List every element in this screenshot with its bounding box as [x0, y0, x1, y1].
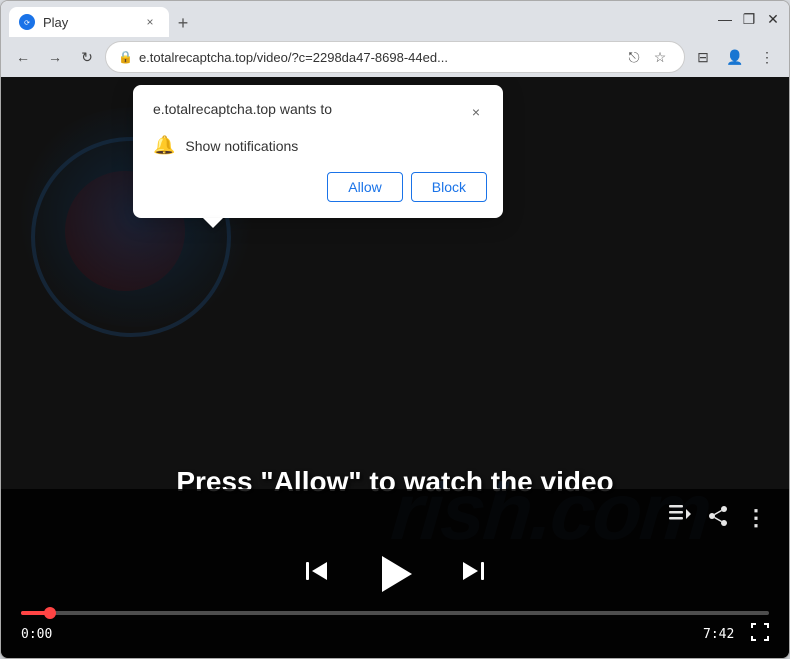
popup-title: e.totalrecaptcha.top wants to — [153, 101, 332, 117]
play-button[interactable] — [370, 549, 420, 599]
popup-arrow — [203, 218, 223, 228]
tab-bar: ⟳ Play × + — [9, 1, 705, 37]
forward-button[interactable]: → — [41, 43, 69, 71]
skip-forward-button[interactable] — [460, 557, 488, 592]
progress-fill — [21, 611, 51, 615]
share-icon[interactable] — [707, 505, 729, 533]
popup-buttons: Allow Block — [153, 172, 487, 202]
share-address-button[interactable]: ⎋ — [622, 45, 646, 69]
progress-bar[interactable] — [21, 611, 769, 615]
title-bar: ⟳ Play × + — ❐ ✕ — [1, 1, 789, 37]
video-controls: ⋮ — [21, 505, 769, 646]
address-actions: ⎋ ☆ — [622, 45, 672, 69]
lock-icon: 🔒 — [118, 50, 133, 64]
svg-text:⟳: ⟳ — [24, 20, 30, 27]
restore-button[interactable]: ❐ — [741, 11, 757, 27]
window-controls: — ❐ ✕ — [717, 11, 781, 27]
profile-button[interactable]: 👤 — [721, 43, 749, 71]
close-button[interactable]: ✕ — [765, 11, 781, 27]
fullscreen-button[interactable] — [751, 623, 769, 646]
split-screen-button[interactable]: ⊟ — [689, 43, 717, 71]
minimize-button[interactable]: — — [717, 11, 733, 27]
navigation-bar: ← → ↻ 🔒 e.totalrecaptcha.top/video/?c=22… — [1, 37, 789, 77]
bookmark-button[interactable]: ☆ — [648, 45, 672, 69]
back-button[interactable]: ← — [9, 43, 37, 71]
more-options-icon[interactable]: ⋮ — [745, 505, 769, 533]
address-text: e.totalrecaptcha.top/video/?c=2298da47-8… — [139, 50, 616, 65]
progress-dot — [44, 607, 56, 619]
active-tab[interactable]: ⟳ Play × — [9, 7, 169, 37]
player-main-controls — [302, 549, 488, 599]
address-bar[interactable]: 🔒 e.totalrecaptcha.top/video/?c=2298da47… — [105, 41, 685, 73]
tab-title: Play — [43, 15, 68, 30]
popup-close-button[interactable]: × — [465, 101, 487, 123]
browser-window: ⟳ Play × + — ❐ ✕ ← → ↻ 🔒 e.totalrecaptch… — [0, 0, 790, 659]
nav-right-buttons: ⊟ 👤 ⋮ — [689, 43, 781, 71]
popup-header: e.totalrecaptcha.top wants to × — [153, 101, 487, 123]
skip-back-button[interactable] — [302, 557, 330, 592]
bell-icon: 🔔 — [153, 135, 175, 156]
time-current: 0:00 — [21, 627, 57, 642]
time-total: 7:42 — [703, 627, 739, 642]
tab-favicon: ⟳ — [19, 14, 35, 30]
player-top-row: ⋮ — [21, 505, 769, 537]
block-button[interactable]: Block — [411, 172, 487, 202]
time-row: 0:00 7:42 — [21, 623, 769, 646]
allow-button[interactable]: Allow — [327, 172, 402, 202]
tab-close-button[interactable]: × — [141, 13, 159, 31]
popup-notification-row: 🔔 Show notifications — [153, 135, 487, 156]
popup-notification-text: Show notifications — [185, 138, 298, 154]
more-menu-button[interactable]: ⋮ — [753, 43, 781, 71]
notification-popup: e.totalrecaptcha.top wants to × 🔔 Show n… — [133, 85, 503, 218]
new-tab-button[interactable]: + — [169, 9, 197, 37]
queue-icon[interactable] — [669, 505, 691, 533]
play-triangle-icon — [382, 556, 412, 592]
refresh-button[interactable]: ↻ — [73, 43, 101, 71]
content-area: rish.com Press "Allow" to watch the vide… — [1, 77, 789, 658]
video-player: ⋮ — [1, 489, 789, 658]
